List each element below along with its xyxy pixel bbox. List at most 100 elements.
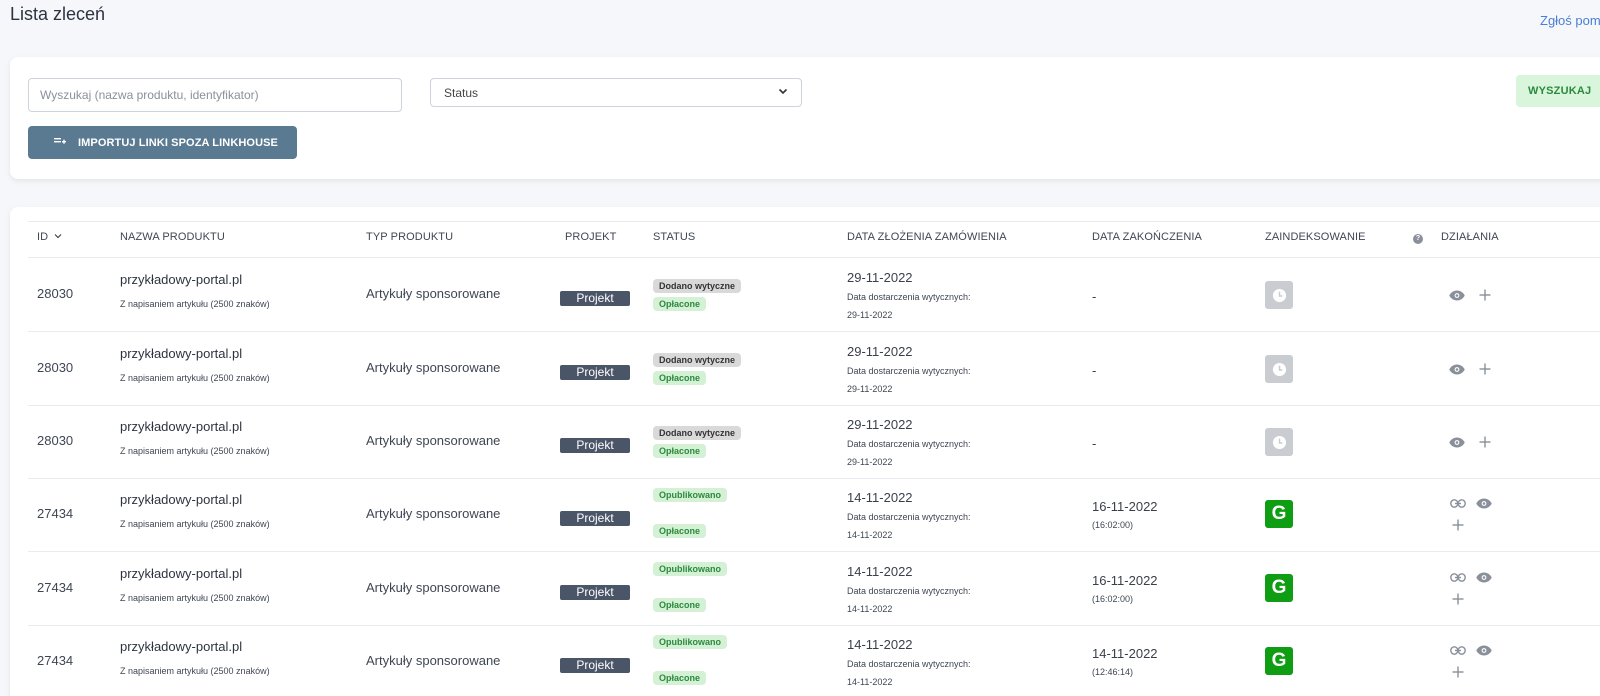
delivery-label: Data dostarczenia wytycznych: [847,512,971,522]
status-badge-guidelines: Dodano wytyczne [653,279,742,293]
product-name[interactable]: przykładowy-portal.pl [120,419,242,434]
order-id: 28030 [37,286,74,301]
search-button[interactable]: WYSZUKAJ [1516,75,1600,107]
plus-icon[interactable] [1452,519,1464,531]
status-badge-paid: Opłacone [653,598,707,612]
plus-icon[interactable] [1479,289,1491,301]
status-select[interactable]: Status [430,78,802,107]
link-icon[interactable] [1450,646,1466,655]
column-header-id-label: ID [37,231,49,243]
google-indexed-icon: G [1265,500,1293,528]
delivery-label: Data dostarczenia wytycznych: [847,659,971,669]
clock-icon [1265,355,1293,383]
order-id: 27434 [37,653,74,668]
eye-icon[interactable] [1449,437,1465,448]
product-type: Artykuły sponsorowane [366,653,501,668]
import-links-button[interactable]: IMPORTUJ LINKI SPOZA LINKHOUSE [28,126,297,159]
chevron-down-icon [54,231,62,243]
plus-icon[interactable] [1479,363,1491,375]
delivery-date: 14-11-2022 [847,530,893,540]
column-header-order-date: DATA ZŁOŻENIA ZAMÓWIENIA [847,231,1007,243]
product-type: Artykuły sponsorowane [366,580,501,595]
plus-icon[interactable] [1452,593,1464,605]
column-header-product-name: NAZWA PRODUKTU [120,231,225,243]
end-date: - [1092,436,1097,451]
product-name[interactable]: przykładowy-portal.pl [120,492,242,507]
project-badge[interactable]: Projekt [560,658,630,673]
page-title: Lista zleceń [10,4,106,24]
status-badge-paid: Opłacone [653,671,707,685]
end-date: 16-11-2022 [1092,573,1158,588]
column-header-id[interactable]: ID [37,231,62,243]
project-badge[interactable]: Projekt [560,511,630,526]
product-description: Z napisaniem artykułu (2500 znaków) [120,373,270,383]
order-id: 27434 [37,580,74,595]
end-time: (12:46:14) [1092,667,1134,677]
end-date: - [1092,363,1097,378]
delivery-date: 14-11-2022 [847,604,893,614]
column-header-product-type: TYP PRODUKTU [366,231,454,243]
eye-icon[interactable] [1449,364,1465,375]
status-badge-paid: Opłacone [653,444,707,458]
end-time: (16:02:00) [1092,594,1134,604]
status-badge-published: Opublikowano [653,562,727,576]
project-badge[interactable]: Projekt [560,585,630,600]
link-icon[interactable] [1450,573,1466,582]
product-description: Z napisaniem artykułu (2500 znaków) [120,446,270,456]
eye-icon[interactable] [1476,498,1492,509]
product-type: Artykuły sponsorowane [366,506,501,521]
filters-card: Status WYSZUKAJ IMPORTUJ LINKI SPOZA LIN… [10,57,1600,179]
eye-icon[interactable] [1476,572,1492,583]
import-icon [28,137,78,149]
status-badge-guidelines: Dodano wytyczne [653,426,742,440]
delivery-date: 29-11-2022 [847,310,893,320]
end-date: 16-11-2022 [1092,499,1158,514]
help-icon[interactable]: ? [1413,234,1423,244]
product-name[interactable]: przykładowy-portal.pl [120,346,242,361]
product-name[interactable]: przykładowy-portal.pl [120,272,242,287]
status-badge-published: Opublikowano [653,488,727,502]
table-row: 27434 przykładowy-portal.pl Z napisaniem a… [28,552,1600,626]
table-row: 28030 przykładowy-portal.pl Z napisaniem a… [28,258,1600,332]
report-link[interactable]: Zgłoś pom [1540,13,1600,28]
order-date: 29-11-2022 [847,270,913,285]
column-header-actions: DZIAŁANIA [1441,231,1499,243]
order-date: 29-11-2022 [847,417,913,432]
clock-icon [1265,281,1293,309]
orders-table: ID NAZWA PRODUKTU TYP PRODUKTU PROJEKT S… [10,207,1600,696]
import-links-label: IMPORTUJ LINKI SPOZA LINKHOUSE [78,136,278,149]
delivery-label: Data dostarczenia wytycznych: [847,366,971,376]
order-date: 14-11-2022 [847,564,913,579]
order-date: 14-11-2022 [847,637,913,652]
end-date: 14-11-2022 [1092,646,1158,661]
plus-icon[interactable] [1452,666,1464,678]
order-date: 29-11-2022 [847,344,913,359]
eye-icon[interactable] [1449,290,1465,301]
table-row: 27434 przykładowy-portal.pl Z napisaniem a… [28,478,1600,552]
project-badge[interactable]: Projekt [560,291,630,306]
delivery-label: Data dostarczenia wytycznych: [847,586,971,596]
search-input[interactable] [28,78,402,112]
project-badge[interactable]: Projekt [560,438,630,453]
product-description: Z napisaniem artykułu (2500 znaków) [120,519,270,529]
table-top-divider [28,221,1600,222]
link-icon[interactable] [1450,499,1466,508]
chevron-down-icon [778,86,788,99]
delivery-date: 14-11-2022 [847,677,893,687]
column-header-end-date: DATA ZAKOŃCZENIA [1092,231,1202,243]
status-badge-paid: Opłacone [653,297,707,311]
status-select-label: Status [444,85,479,100]
eye-icon[interactable] [1476,645,1492,656]
delivery-label: Data dostarczenia wytycznych: [847,292,971,302]
status-badge-paid: Opłacone [653,371,707,385]
order-id: 27434 [37,506,74,521]
product-type: Artykuły sponsorowane [366,286,501,301]
status-badge-published: Opublikowano [653,635,727,649]
project-badge[interactable]: Projekt [560,365,630,380]
product-name[interactable]: przykładowy-portal.pl [120,639,242,654]
product-name[interactable]: przykładowy-portal.pl [120,566,242,581]
status-badge-guidelines: Dodano wytyczne [653,353,742,367]
plus-icon[interactable] [1479,436,1491,448]
order-date: 14-11-2022 [847,490,913,505]
product-type: Artykuły sponsorowane [366,360,501,375]
